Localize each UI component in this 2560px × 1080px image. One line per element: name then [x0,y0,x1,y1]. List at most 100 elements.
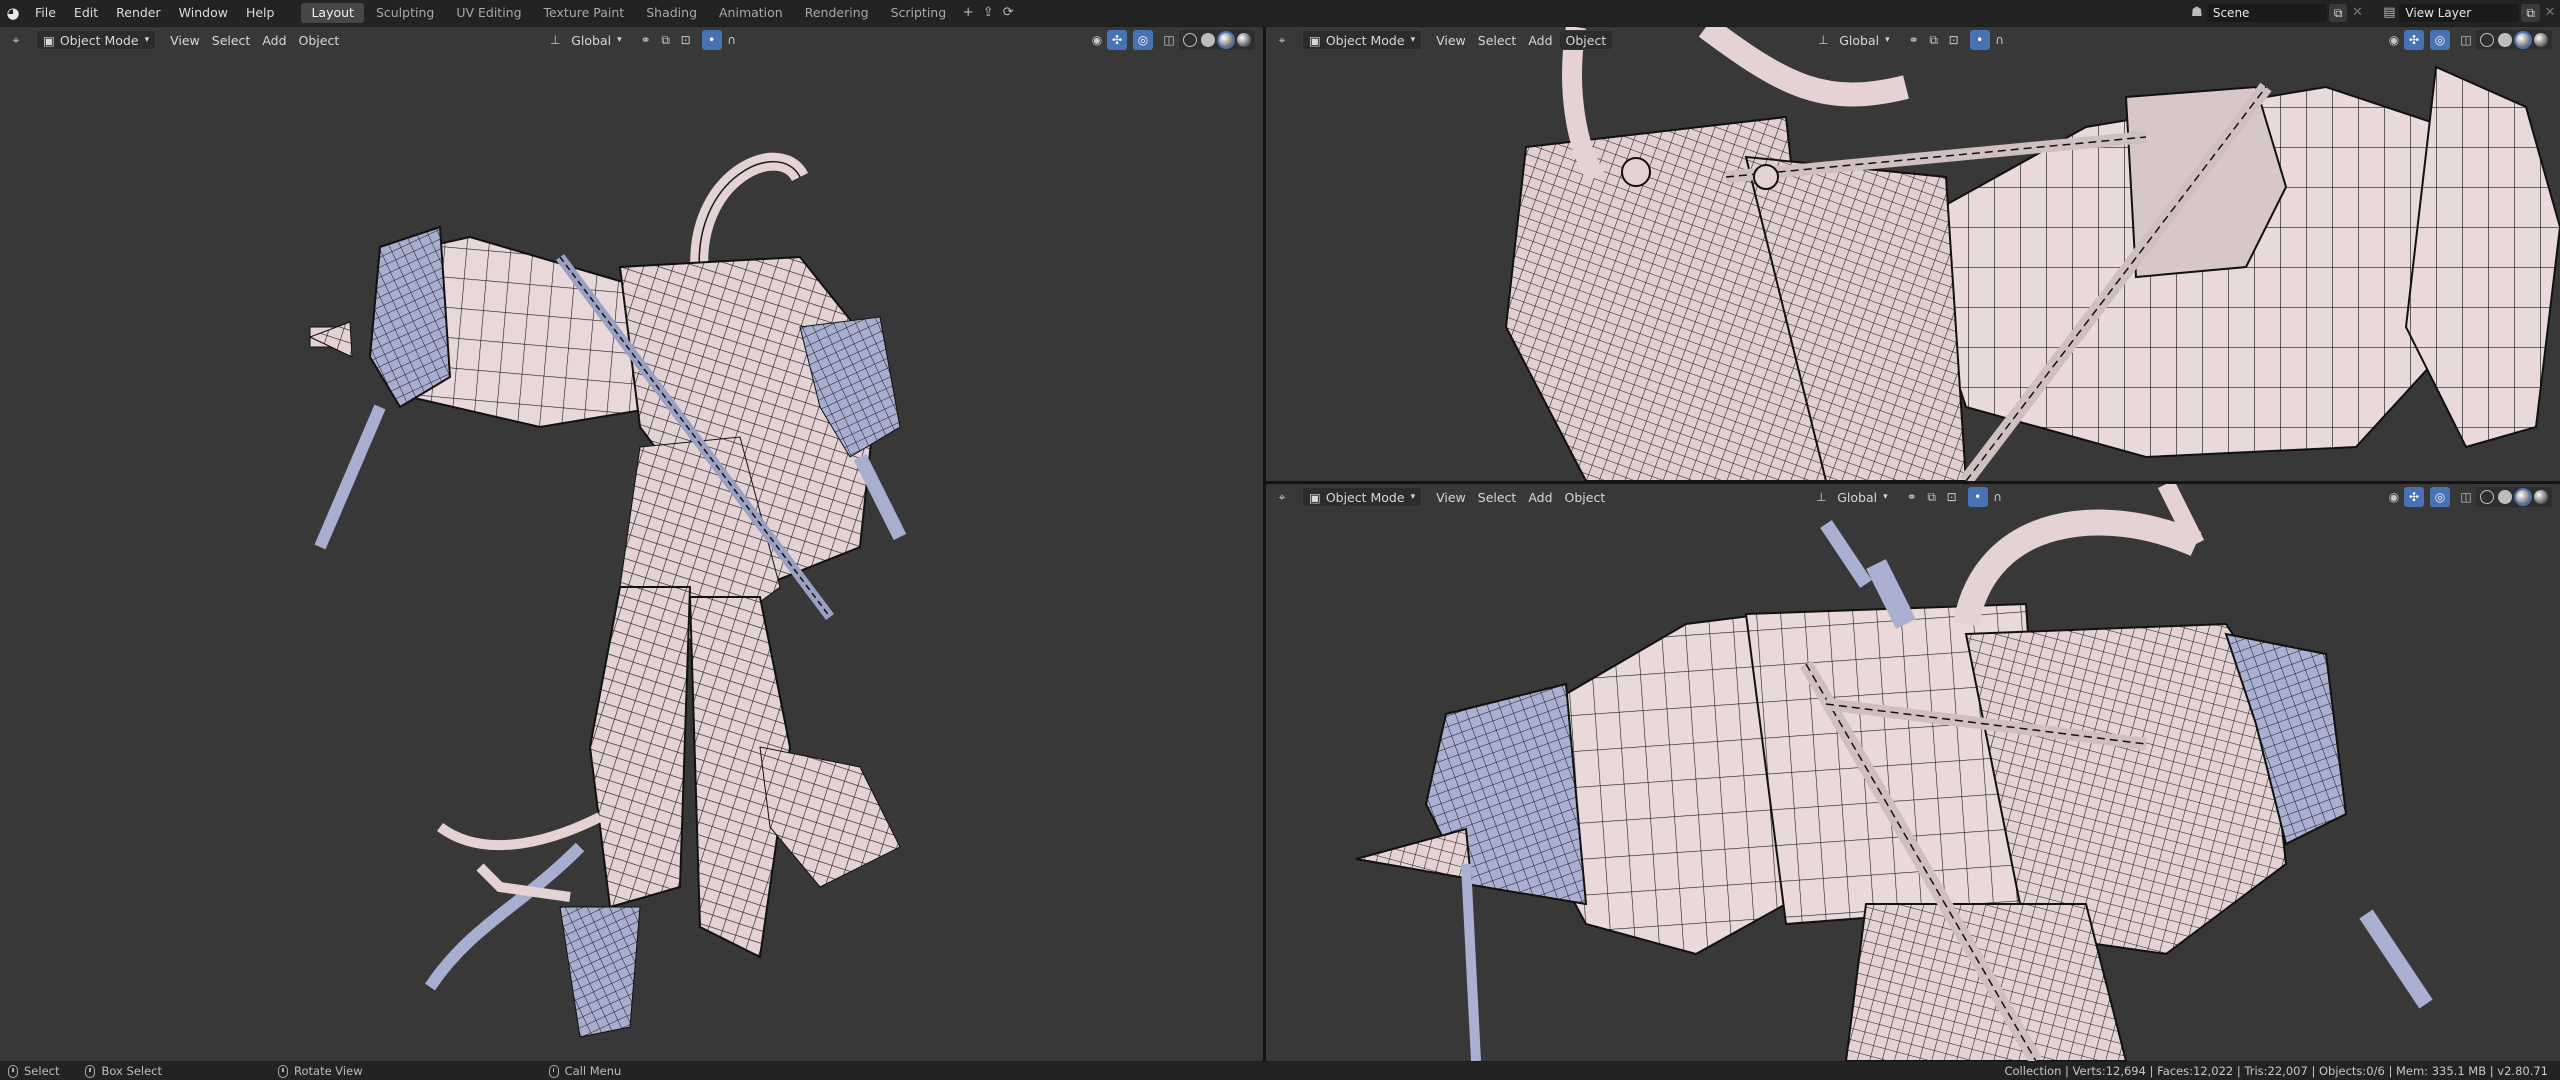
solid-shading-icon[interactable] [2498,33,2512,47]
visibility-icon[interactable]: ◉ [2384,487,2404,507]
proportional-edit-icon[interactable]: • [1969,30,1990,50]
snap-icon[interactable]: ⧉ [1922,487,1942,507]
gizmo-icon[interactable]: ✣ [2404,487,2424,507]
visibility-icon[interactable]: ◉ [1087,30,1107,50]
solid-shading-icon[interactable] [1201,33,1215,47]
copy-view-layer-icon[interactable]: ⧉ [2521,4,2540,22]
tab-uv-editing[interactable]: UV Editing [446,3,531,23]
transform-controls: ⊥ Global ▾ ⚭ ⧉ ⊡ • ∩ [1813,30,2009,50]
viewport-canvas[interactable] [0,27,1263,1061]
tab-shading[interactable]: Shading [636,3,707,23]
menu-view[interactable]: View [1430,487,1472,507]
gizmo-icon[interactable]: ✣ [2404,30,2424,50]
rendered-shading-icon[interactable] [2534,33,2548,47]
falloff-icon[interactable]: ∩ [1988,487,2008,507]
status-bar: Select Box Select Rotate View Call Menu … [0,1062,2560,1080]
overlay-icon[interactable]: ◎ [2430,487,2450,507]
menu-add[interactable]: Add [1522,30,1558,50]
tab-layout[interactable]: Layout [301,3,364,23]
wireframe-shading-icon[interactable] [2480,490,2494,504]
viewport-canvas[interactable] [1266,484,2560,1061]
3d-viewport-icon[interactable]: ⌖ [6,30,26,50]
rendered-shading-icon[interactable] [2534,490,2548,504]
falloff-icon[interactable]: ∩ [1990,30,2010,50]
menu-select[interactable]: Select [1472,487,1523,507]
menu-view[interactable]: View [1430,30,1472,50]
add-workspace-icon[interactable]: + [958,3,978,23]
snap-target-icon[interactable]: ⊡ [1944,30,1964,50]
menu-help[interactable]: Help [237,0,284,26]
pivot-icon[interactable]: ⚭ [636,30,656,50]
mode-selector[interactable]: ▣ Object Mode ▾ [1302,487,1423,507]
menu-select[interactable]: Select [206,30,257,50]
scene-icon[interactable]: ☗ [2187,3,2207,23]
close-view-layer-icon[interactable]: ✕ [2540,3,2560,23]
snap-icon[interactable]: ⧉ [656,30,676,50]
tab-sculpting[interactable]: Sculpting [366,3,444,23]
pivot-icon[interactable]: ⚭ [1904,30,1924,50]
menu-select[interactable]: Select [1472,30,1523,50]
mode-selector[interactable]: ▣ Object Mode ▾ [36,30,157,50]
menu-object[interactable]: Object [1558,30,1614,50]
upload-icon[interactable]: ⇪ [978,3,998,23]
close-scene-icon[interactable]: ✕ [2347,3,2367,23]
visibility-icon[interactable]: ◉ [2384,30,2404,50]
3d-viewport-icon[interactable]: ⌖ [1272,487,1292,507]
mode-label: Object Mode [1325,489,1405,505]
3d-viewport-icon[interactable]: ⌖ [1272,30,1292,50]
falloff-icon[interactable]: ∩ [722,30,742,50]
overlay-icon[interactable]: ◎ [1133,30,1153,50]
tab-rendering[interactable]: Rendering [795,3,879,23]
viewport-canvas[interactable] [1266,27,2560,481]
scene-selector[interactable]: Scene [2206,4,2327,22]
copy-scene-icon[interactable]: ⧉ [2328,4,2348,22]
gizmo-icon[interactable]: ✣ [1107,30,1127,50]
snap-target-icon[interactable]: ⊡ [676,30,696,50]
menu-object[interactable]: Object [1559,487,1612,507]
tab-scripting[interactable]: Scripting [881,3,957,23]
view-layer-icon[interactable]: ▤ [2379,3,2399,23]
viewport-bottom-right[interactable]: ⌖ ▣ Object Mode ▾ View Select Add Object ⊥… [1266,484,2560,1061]
transform-orientation[interactable]: Global ▾ [565,30,627,50]
material-shading-icon[interactable] [1219,33,1233,47]
object-mode-icon: ▣ [43,32,55,48]
menu-window[interactable]: Window [170,0,237,26]
view-layer-selector[interactable]: View Layer [2399,4,2520,22]
refresh-icon[interactable]: ⟳ [998,3,1018,23]
proportional-edit-icon[interactable]: • [701,30,722,50]
mouse-middle-icon [278,1064,288,1078]
transform-orientation[interactable]: Global ▾ [1833,30,1895,50]
material-shading-icon[interactable] [2516,33,2530,47]
xray-icon[interactable]: ◫ [1159,30,1179,50]
menu-edit[interactable]: Edit [65,0,107,26]
overlay-icon[interactable]: ◎ [2430,30,2450,50]
wireframe-shading-icon[interactable] [2480,33,2494,47]
menu-view[interactable]: View [164,30,206,50]
scene-controls: ☗ Scene ⧉ ✕ ▤ View Layer ⧉ ✕ [2187,0,2560,26]
menu-add[interactable]: Add [1522,487,1558,507]
viewport-left[interactable]: ⌖ ▣ Object Mode ▾ View Select Add Object ⊥… [0,27,1263,1061]
shading-modes [2476,30,2552,50]
menu-object[interactable]: Object [293,30,346,50]
viewport-display-controls: ◉ ✣ ◎ ◫ [2384,487,2552,507]
viewport-top-right[interactable]: ⌖ ▣ Object Mode ▾ View Select Add Object ⊥… [1266,27,2560,481]
pivot-icon[interactable]: ⚭ [1902,487,1922,507]
menu-file[interactable]: File [26,0,65,26]
transform-orientation[interactable]: Global ▾ [1831,487,1893,507]
solid-shading-icon[interactable] [2498,490,2512,504]
xray-icon[interactable]: ◫ [2456,30,2476,50]
blender-logo-icon[interactable]: ◕ [0,0,26,26]
snap-icon[interactable]: ⧉ [1924,30,1944,50]
tab-texture-paint[interactable]: Texture Paint [534,3,635,23]
snap-target-icon[interactable]: ⊡ [1942,487,1962,507]
wireframe-shading-icon[interactable] [1183,33,1197,47]
menu-add[interactable]: Add [256,30,292,50]
xray-icon[interactable]: ◫ [2456,487,2476,507]
material-shading-icon[interactable] [2516,490,2530,504]
chevron-down-icon: ▾ [617,35,622,45]
proportional-edit-icon[interactable]: • [1967,487,1988,507]
rendered-shading-icon[interactable] [1237,33,1251,47]
mode-selector[interactable]: ▣ Object Mode ▾ [1302,30,1423,50]
tab-animation[interactable]: Animation [709,3,793,23]
menu-render[interactable]: Render [107,0,170,26]
